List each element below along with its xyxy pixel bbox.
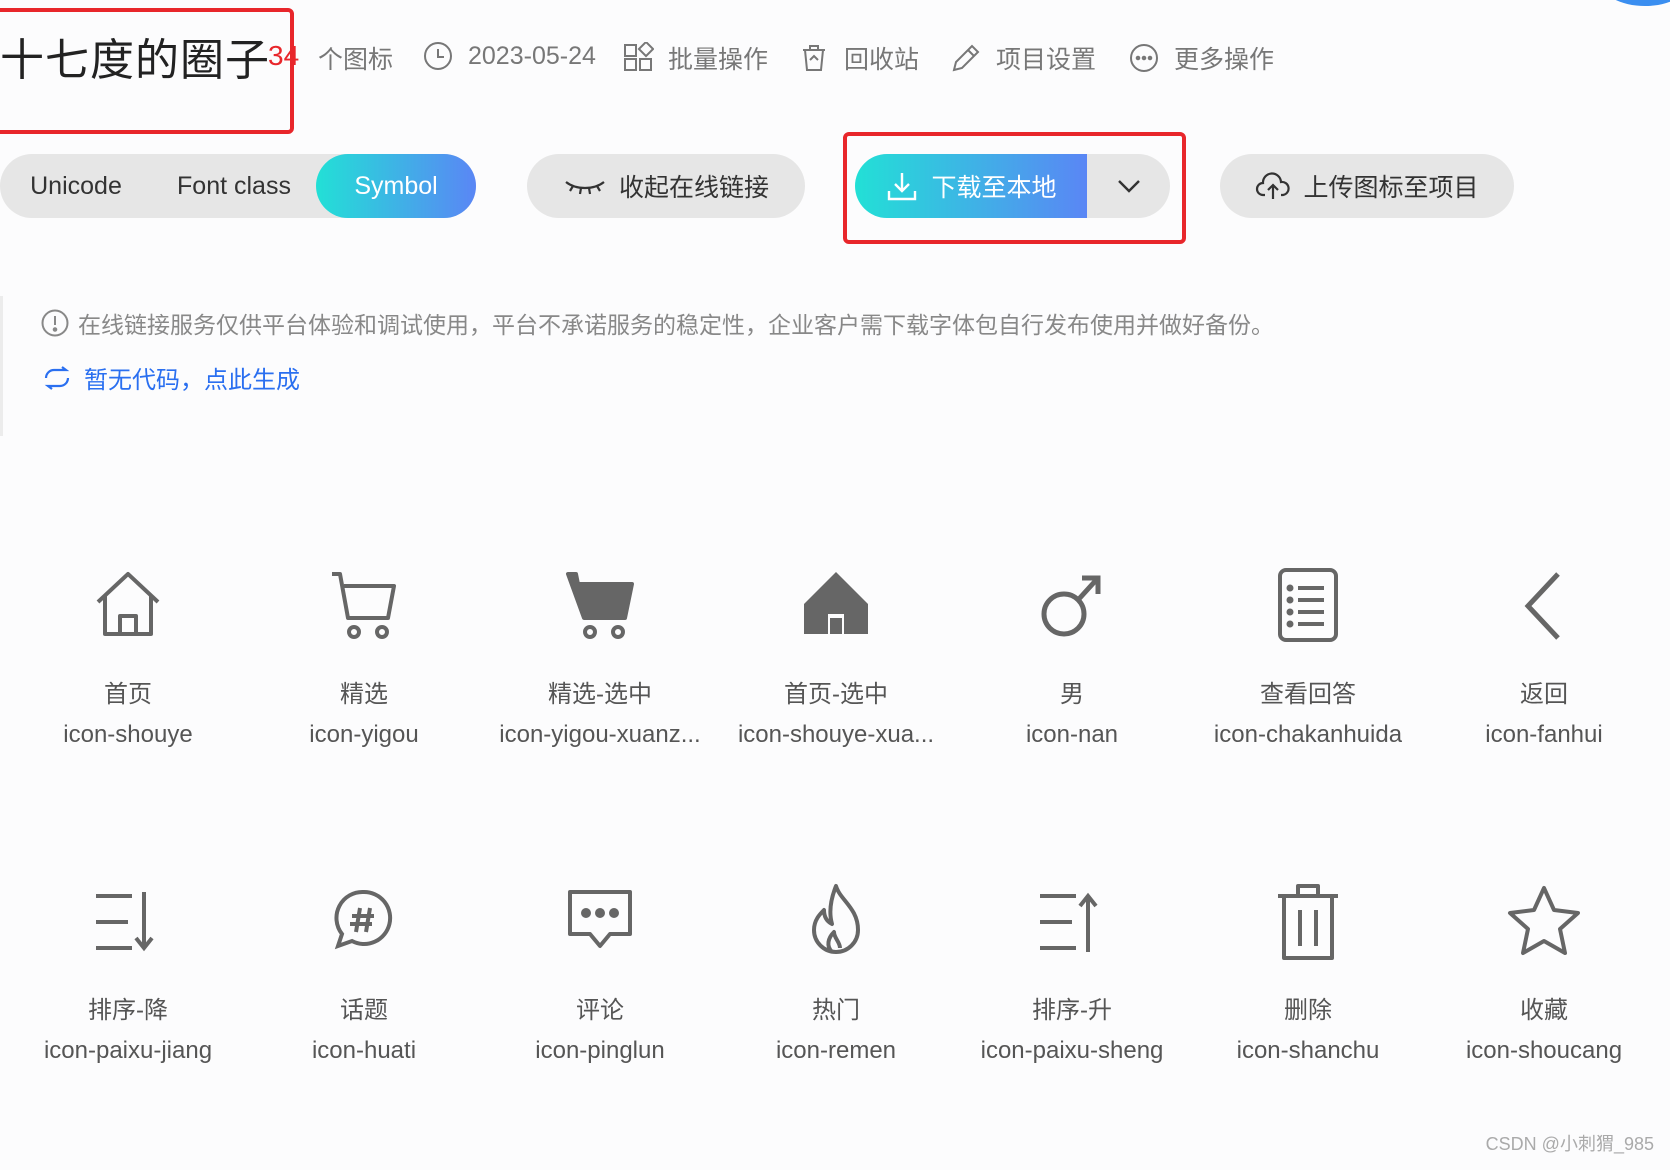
icon-card[interactable]: 排序-降 icon-paixu-jiang [10,882,246,1128]
icon-name: 精选-选中 [548,681,652,708]
cart-outline-icon [324,566,404,646]
icon-name: 评论 [576,997,624,1024]
project-settings-button[interactable]: 项目设置 [950,40,1096,76]
icon-card[interactable]: 首页-选中 icon-shouye-xua... [718,566,954,812]
clock-icon [424,42,452,70]
sort-descending-icon [88,882,168,962]
icon-name: 首页 [104,681,152,708]
icon-code: icon-remen [775,1037,897,1064]
icon-count-label: 个图标 [318,46,394,74]
upload-to-project-button[interactable]: 上传图标至项目 [1220,154,1514,218]
icon-code: icon-paixu-sheng [980,1037,1164,1064]
notice-left-border [0,296,3,436]
tab-font-class[interactable]: Font class [152,154,316,218]
icon-card[interactable]: 话题 icon-huati [246,882,482,1128]
icon-card[interactable]: 首页 icon-shouye [10,566,246,812]
icon-count: 34 [268,40,300,71]
icon-code: icon-shanchu [1236,1037,1380,1064]
update-date: 2023-05-24 [422,40,596,72]
download-dropdown-button[interactable] [1087,154,1170,218]
chevron-left-icon [1504,566,1584,646]
watermark: CSDN @小刺猬_985 [1485,1134,1654,1154]
icon-card[interactable]: 排序-升 icon-paixu-sheng [954,882,1190,1128]
trash-icon [1268,882,1348,962]
comment-icon [560,882,640,962]
icon-name: 收藏 [1520,997,1568,1024]
collapse-link-button[interactable]: 收起在线链接 [527,154,805,218]
icon-name: 删除 [1284,997,1332,1024]
avatar-corner[interactable] [1600,0,1670,6]
icon-name: 话题 [340,997,388,1024]
hashtag-bubble-icon [324,882,404,962]
grid-icon [624,42,654,71]
icon-code: icon-chakanhuida [1213,721,1403,748]
format-tabs: Unicode Font class Symbol [0,154,476,218]
icon-code: icon-nan [1025,721,1119,748]
generate-code-link[interactable]: 暂无代码，点此生成 [42,360,300,395]
batch-ops-button[interactable]: 批量操作 [622,40,768,76]
icon-name: 热门 [812,997,860,1024]
info-icon [41,309,69,337]
icon-code: icon-yigou [309,721,419,748]
icon-code: icon-shouye-xua... [737,721,935,748]
tab-symbol[interactable]: Symbol [316,154,476,218]
icon-name: 精选 [340,681,388,708]
home-filled-icon [796,566,876,646]
icon-card[interactable]: 查看回答 icon-chakanhuida [1190,566,1426,812]
download-icon [888,173,917,201]
more-ops-button[interactable]: 更多操作 [1128,40,1274,76]
refresh-icon [44,365,70,390]
recycle-bin-button[interactable]: 回收站 [798,40,919,76]
icon-card[interactable]: 返回 icon-fanhui [1426,566,1662,812]
star-icon [1504,882,1584,962]
eye-closed-icon [565,181,605,195]
flame-icon [796,882,876,962]
icon-name: 男 [1060,681,1084,708]
male-icon [1032,566,1112,646]
icon-code: icon-fanhui [1485,721,1603,748]
icon-code: icon-pinglun [535,1037,665,1064]
home-outline-icon [88,566,168,646]
icon-name: 排序-降 [88,997,168,1024]
cloud-upload-icon [1256,172,1291,199]
icon-grid: 首页 icon-shouye 精选 icon-yigou 精选-选中 icon-… [10,566,1660,1128]
pencil-icon [952,44,980,72]
download-button[interactable]: 下载至本地 [855,154,1087,218]
recycle-bin-icon [803,45,825,71]
icon-name: 查看回答 [1260,681,1356,708]
tab-unicode[interactable]: Unicode [0,154,152,218]
icon-name: 返回 [1520,681,1568,708]
icon-code: icon-yigou-xuanz... [499,721,701,748]
icon-card[interactable]: 评论 icon-pinglun [482,882,718,1128]
chevron-down-icon [1117,180,1140,193]
cart-filled-icon [560,566,640,646]
icon-name: 排序-升 [1032,997,1112,1024]
online-link-notice: 在线链接服务仅供平台体验和调试使用，平台不承诺服务的稳定性，企业客户需下载字体包… [40,306,1274,340]
icon-code: icon-paixu-jiang [43,1037,213,1064]
icon-name: 首页-选中 [784,681,888,708]
icon-card[interactable]: 热门 icon-remen [718,882,954,1128]
list-document-icon [1268,566,1348,646]
icon-card[interactable]: 精选 icon-yigou [246,566,482,812]
icon-card[interactable]: 收藏 icon-shoucang [1426,882,1662,1128]
icon-code: icon-shouye [63,721,193,748]
icon-card[interactable]: 男 icon-nan [954,566,1190,812]
icon-code: icon-huati [311,1037,417,1064]
more-dots-icon [1130,44,1158,72]
icon-card[interactable]: 删除 icon-shanchu [1190,882,1426,1128]
highlight-box-title [0,8,294,134]
icon-code: icon-shoucang [1465,1037,1623,1064]
sort-ascending-icon [1032,882,1112,962]
icon-card[interactable]: 精选-选中 icon-yigou-xuanz... [482,566,718,812]
